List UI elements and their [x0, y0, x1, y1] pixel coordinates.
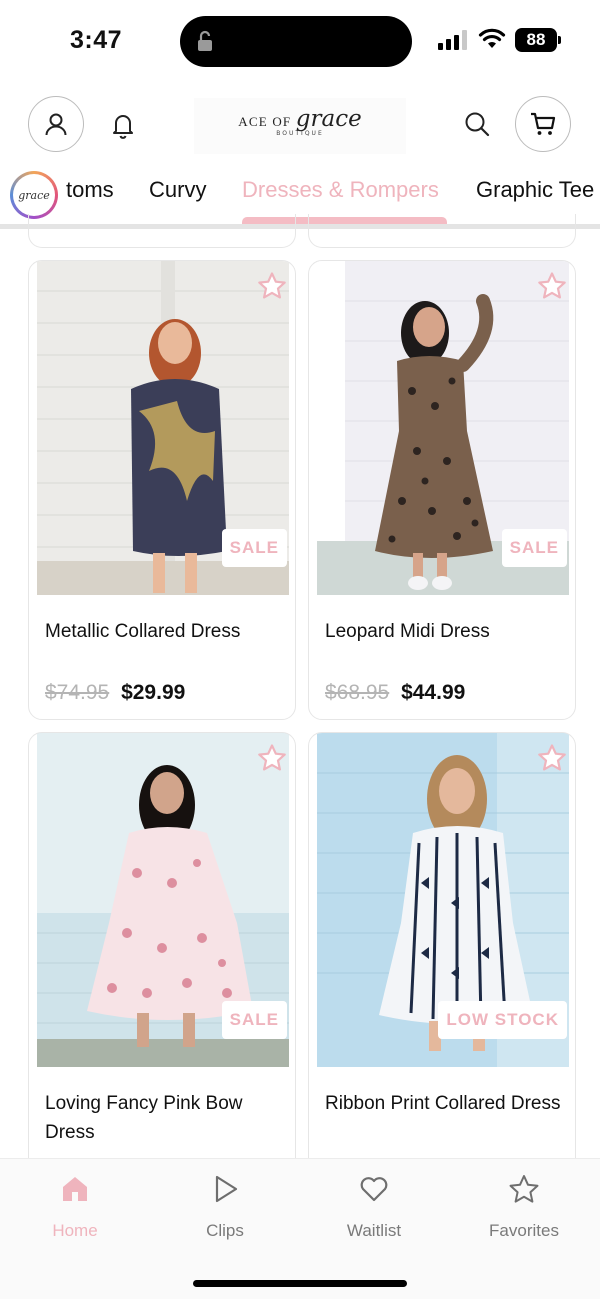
- dynamic-island: [180, 16, 412, 67]
- search-icon[interactable]: [463, 110, 491, 138]
- tab-curvy[interactable]: Curvy: [149, 177, 206, 203]
- nav-clips[interactable]: Clips: [165, 1173, 285, 1241]
- heart-icon: [360, 1177, 388, 1202]
- sale-price: $29.99: [121, 681, 186, 704]
- price-row: $68.95 $44.99: [325, 681, 465, 705]
- nav-waitlist-label: Waitlist: [346, 1221, 402, 1240]
- battery-level: 88: [515, 28, 557, 52]
- cart-icon: [531, 112, 556, 135]
- original-price: $74.95: [45, 681, 110, 704]
- brand-logo[interactable]: ACE OF grace BOUTIQUE: [194, 98, 406, 154]
- nav-home[interactable]: Home: [15, 1173, 135, 1241]
- status-time: 3:47: [70, 26, 123, 54]
- star-icon: [509, 1175, 539, 1203]
- tab-brand-avatar-text: grace: [13, 174, 55, 216]
- tab-graphic-tees[interactable]: Graphic Tee: [476, 177, 594, 203]
- battery-indicator: 88: [515, 28, 561, 52]
- previous-product-card[interactable]: [308, 214, 576, 248]
- tab-dresses-rompers[interactable]: Dresses & Rompers: [242, 177, 439, 203]
- favorite-star-icon[interactable]: [257, 271, 287, 301]
- product-card[interactable]: SALE Loving Fancy Pink Bow Dress: [28, 732, 296, 1172]
- favorite-star-icon[interactable]: [537, 271, 567, 301]
- user-icon: [45, 113, 67, 136]
- account-button[interactable]: [28, 96, 84, 152]
- nav-favorites-label: Favorites: [489, 1221, 559, 1240]
- nav-waitlist[interactable]: Waitlist: [314, 1173, 434, 1241]
- product-name[interactable]: Metallic Collared Dress: [45, 617, 281, 646]
- logo-text-grace: grace: [295, 106, 362, 132]
- product-card[interactable]: LOW STOCK Ribbon Print Collared Dress: [308, 732, 576, 1172]
- favorite-star-icon[interactable]: [537, 743, 567, 773]
- favorite-star-icon[interactable]: [257, 743, 287, 773]
- nav-home-label: Home: [52, 1221, 98, 1240]
- tab-bottoms[interactable]: toms: [66, 177, 114, 203]
- low-stock-badge: LOW STOCK: [438, 1001, 567, 1039]
- logo-subtitle: BOUTIQUE: [276, 130, 324, 137]
- sale-badge: SALE: [221, 1001, 287, 1039]
- wifi-icon: [478, 28, 506, 48]
- app-header: ACE OF grace BOUTIQUE: [0, 90, 600, 160]
- product-card[interactable]: SALE Metallic Collared Dress $74.95 $29.…: [28, 260, 296, 720]
- nav-favorites[interactable]: Favorites: [464, 1173, 584, 1241]
- product-card[interactable]: SALE Leopard Midi Dress $68.95 $44.99: [308, 260, 576, 720]
- status-bar: 3:47 88: [0, 0, 600, 82]
- cart-button[interactable]: [515, 96, 571, 152]
- sale-price: $44.99: [401, 681, 466, 704]
- original-price: $68.95: [325, 681, 390, 704]
- nav-clips-label: Clips: [206, 1221, 244, 1240]
- unlock-icon: [198, 30, 212, 51]
- home-indicator: [193, 1280, 407, 1287]
- tab-brand-avatar[interactable]: grace: [10, 171, 58, 219]
- sale-badge: SALE: [501, 529, 567, 567]
- play-icon: [215, 1175, 238, 1203]
- product-name[interactable]: Loving Fancy Pink Bow Dress: [45, 1089, 281, 1147]
- product-name[interactable]: Leopard Midi Dress: [325, 617, 561, 646]
- previous-product-card[interactable]: [28, 214, 296, 248]
- bottom-navigation: Home Clips Waitlist Favorites: [0, 1158, 600, 1299]
- product-name[interactable]: Ribbon Print Collared Dress: [325, 1089, 561, 1118]
- price-row: $74.95 $29.99: [45, 681, 185, 705]
- logo-wordmark: ACE OF grace: [194, 106, 406, 132]
- cellular-signal-icon: [438, 30, 467, 50]
- home-icon: [63, 1177, 87, 1201]
- bell-icon[interactable]: [108, 110, 138, 140]
- sale-badge: SALE: [221, 529, 287, 567]
- logo-text-ace-of: ACE OF: [238, 114, 292, 129]
